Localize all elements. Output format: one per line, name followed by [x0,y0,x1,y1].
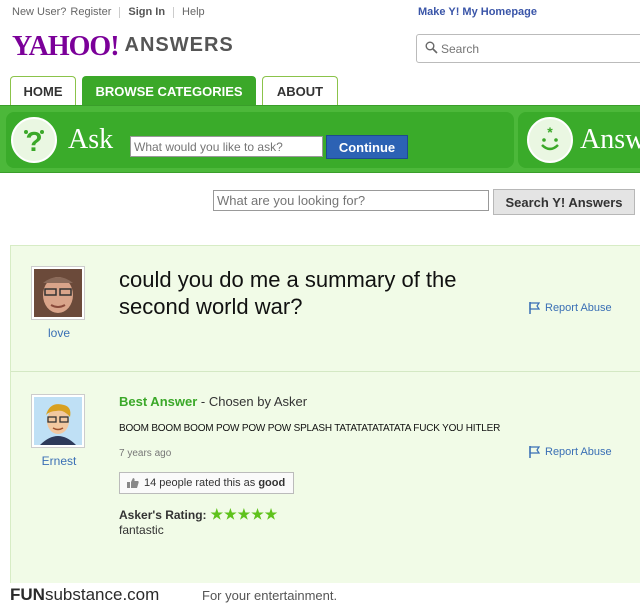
rated-good: good [258,477,286,489]
answer-timestamp: 7 years ago [119,448,172,459]
question-panel: love could you do me a summary of the se… [10,245,640,585]
report-abuse-link[interactable]: Report Abuse [529,302,612,314]
watermark-tagline: For your entertainment. [202,588,338,603]
rating-button[interactable]: 14 people rated this as good [119,472,295,494]
ask-panel: ? Ask Continue [6,112,514,168]
ask-bar: ? Ask Continue * Answer [0,105,640,173]
question-mascot-icon: ? [11,117,57,163]
best-answer-heading: Best Answer - Chosen by Asker [119,394,307,409]
divider [11,371,640,372]
search-answers-button[interactable]: Search Y! Answers [493,189,635,215]
report-abuse-label: Report Abuse [545,302,612,314]
asker-photo [34,269,82,317]
top-nav: New User? Register Sign In Help Make Y! … [0,0,640,24]
flag-icon [529,302,540,314]
svg-text:*: * [547,124,553,140]
rating-comment: fantastic [119,523,164,537]
tab-about[interactable]: ABOUT [262,76,338,105]
answers-search-input[interactable] [213,190,489,211]
answer-text: BOOM BOOM BOOM POW POW POW SPLASH TATATA… [119,423,501,434]
answer-label[interactable]: Answer [580,124,640,156]
question-title: could you do me a summary of the second … [119,267,457,319]
chosen-by-text: - Chosen by Asker [197,394,308,409]
avatar[interactable] [31,266,85,320]
new-user-text: New User? [12,6,67,18]
rating-stars-icon: ★★★★★ [210,506,279,522]
sign-in-link[interactable]: Sign In [128,6,165,18]
report-abuse-label: Report Abuse [545,446,612,458]
thumbs-up-icon [127,478,139,488]
answerer-avatar-image [34,397,82,445]
askers-rating-label: Asker's Rating: [119,508,207,522]
user-links: New User? Register Sign In Help [12,6,205,18]
tab-home[interactable]: HOME [10,76,76,105]
best-answer-label: Best Answer [119,394,198,409]
continue-button[interactable]: Continue [326,135,408,159]
smiley-mascot-icon: * [527,117,573,163]
yahoo-answers-logo[interactable]: YAHOO! ANSWERS [12,33,234,61]
watermark-footer: FUNsubstance.com For your entertainment. [0,583,640,607]
watermark-site-rest: substance.com [44,585,160,604]
ask-question-input[interactable] [130,136,323,157]
flag-icon [529,446,540,458]
search-icon [425,41,438,54]
make-homepage-link[interactable]: Make Y! My Homepage [418,6,537,18]
answerer-name-link[interactable]: Ernest [11,454,107,468]
answer-panel: * Answer [518,112,640,168]
avatar[interactable] [31,394,85,448]
divider [119,6,121,18]
askers-rating: Asker's Rating: ★★★★★ [119,506,278,523]
rated-text: 14 people rated this as [144,477,256,489]
tab-browse-categories[interactable]: BROWSE CATEGORIES [82,76,256,105]
divider [173,6,175,18]
watermark-site: FUNsubstance.com [10,585,159,605]
report-abuse-link[interactable]: Report Abuse [529,446,612,458]
main-tabs: HOME BROWSE CATEGORIES ABOUT [10,76,344,105]
top-search-box[interactable] [416,34,640,63]
asker-name-link[interactable]: love [11,326,107,340]
watermark-site-bold: FUN [10,585,45,604]
logo-brand: YAHOO! [12,31,120,62]
top-search-input[interactable] [441,40,631,58]
help-link[interactable]: Help [182,6,205,18]
logo-product: ANSWERS [124,34,234,56]
ask-label: Ask [68,124,114,155]
svg-text:?: ? [25,126,42,156]
register-link[interactable]: Register [70,6,111,18]
